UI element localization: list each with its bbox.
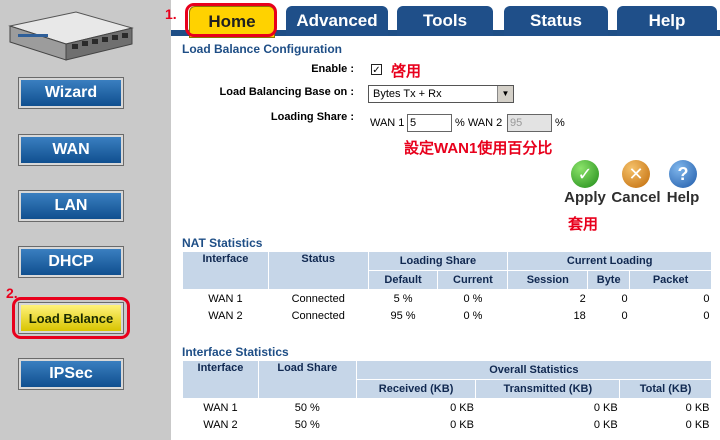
- top-tab-bar: 1. Home Advanced Tools Status Help: [165, 0, 720, 38]
- sidebar-item-ipsec[interactable]: IPSec: [19, 359, 123, 389]
- load-balance-config-title: Load Balance Configuration: [182, 42, 343, 56]
- cell: 2: [579, 292, 586, 305]
- help-question-icon: ?: [669, 160, 697, 188]
- base-on-label: Load Balancing Base on :: [219, 86, 354, 98]
- cancel-button[interactable]: ✕ Cancel: [611, 160, 661, 206]
- col-current-loading: Current Loading: [507, 251, 712, 271]
- enable-annotation: 啓用: [391, 63, 422, 80]
- interface-statistics-title: Interface Statistics: [182, 345, 289, 359]
- col-loading-share: Loading Share: [367, 251, 509, 271]
- sidebar: Wizard WAN LAN DHCP 2. Load Balance IPSe…: [0, 0, 171, 440]
- cell: 0 KB: [685, 401, 710, 414]
- cell: 0 KB: [593, 418, 618, 431]
- col-total: Total (KB): [619, 379, 712, 399]
- cell: 0 KB: [450, 401, 474, 414]
- tab-advanced[interactable]: Advanced: [286, 6, 388, 36]
- table-row: WAN 2 50 % 0 KB 0 KB 0 KB: [183, 416, 712, 433]
- cell: 0 KB: [685, 418, 710, 431]
- col-status: Status: [267, 251, 369, 290]
- cell: 95 %: [390, 309, 416, 322]
- percent-sign: %: [555, 117, 565, 129]
- col-load-share: Load Share: [257, 360, 357, 399]
- cell: 50 %: [294, 418, 320, 431]
- sidebar-item-load-balance[interactable]: Load Balance: [19, 303, 123, 333]
- cell: 0 %: [463, 309, 483, 322]
- loading-share-label: Loading Share :: [270, 111, 354, 123]
- nat-statistics-title: NAT Statistics: [182, 236, 263, 250]
- cell: 5 %: [393, 292, 413, 305]
- cell: Connected: [291, 309, 345, 322]
- sidebar-item-dhcp[interactable]: DHCP: [19, 247, 123, 277]
- tab-status[interactable]: Status: [504, 6, 608, 36]
- col-session: Session: [507, 270, 589, 290]
- tab-help[interactable]: Help: [617, 6, 717, 36]
- cell: WAN 2: [203, 418, 238, 431]
- share-annotation: 設定WAN1使用百分比: [404, 140, 553, 157]
- cell: 0: [621, 309, 628, 322]
- col-interface: Interface: [182, 360, 259, 399]
- col-received: Received (KB): [355, 379, 477, 399]
- cell: 0 KB: [450, 418, 474, 431]
- cell: 0: [703, 309, 710, 322]
- sidebar-item-wan[interactable]: WAN: [19, 135, 123, 165]
- cell: 0: [621, 292, 628, 305]
- interface-statistics-table: Interface Load Share Overall Statistics …: [182, 360, 713, 433]
- cell: WAN 2: [208, 309, 243, 322]
- check-icon: ✓: [571, 160, 599, 188]
- col-default: Default: [367, 270, 439, 290]
- sidebar-item-wizard[interactable]: Wizard: [19, 78, 123, 108]
- base-on-value: Bytes Tx + Rx: [373, 88, 442, 100]
- cancel-label: Cancel: [611, 189, 661, 206]
- col-transmitted: Transmitted (KB): [475, 379, 621, 399]
- cell: 50 %: [294, 401, 320, 414]
- col-packet: Packet: [629, 270, 712, 290]
- apply-annotation: 套用: [568, 216, 599, 233]
- enable-checkbox[interactable]: ✓: [371, 64, 382, 76]
- table-row: WAN 2 Connected 95 % 0 % 18 0 0: [183, 307, 712, 324]
- wan1-share-input[interactable]: 5: [407, 114, 452, 132]
- col-current: Current: [437, 270, 509, 290]
- cell: 0 %: [463, 292, 483, 305]
- cell: WAN 1: [203, 401, 238, 414]
- step-marker-2: 2.: [6, 285, 18, 301]
- cell: 18: [573, 309, 586, 322]
- cancel-x-icon: ✕: [622, 160, 650, 188]
- wan2-share-input: 95: [507, 114, 552, 132]
- nat-statistics-table: Interface Status Loading Share Current L…: [182, 251, 712, 324]
- sidebar-item-lan[interactable]: LAN: [19, 191, 123, 221]
- chevron-down-icon[interactable]: ▼: [497, 86, 513, 102]
- tab-tools[interactable]: Tools: [397, 6, 493, 36]
- help-label: Help: [666, 189, 700, 206]
- wan2-prefix: % WAN 2: [455, 117, 503, 129]
- tab-home[interactable]: Home: [189, 6, 275, 38]
- cell: 0: [703, 292, 710, 305]
- enable-label: Enable :: [311, 63, 354, 75]
- router-device-image: [8, 11, 134, 61]
- table-row: WAN 1 50 % 0 KB 0 KB 0 KB: [183, 399, 712, 417]
- col-interface: Interface: [182, 251, 269, 290]
- cell: Connected: [291, 292, 345, 305]
- cell: 0 KB: [593, 401, 618, 414]
- col-overall-statistics: Overall Statistics: [355, 360, 713, 380]
- cell: WAN 1: [208, 292, 243, 305]
- apply-label: Apply: [564, 189, 606, 206]
- step-marker-1: 1.: [165, 6, 177, 22]
- apply-button[interactable]: ✓ Apply: [563, 160, 607, 206]
- col-byte: Byte: [587, 270, 631, 290]
- main-content: Load Balance Configuration Enable : ✓ 啓用…: [171, 36, 720, 440]
- base-on-select[interactable]: Bytes Tx + Rx ▼: [368, 85, 514, 103]
- wan1-prefix: WAN 1: [370, 117, 405, 129]
- help-button[interactable]: ? Help: [663, 160, 703, 206]
- table-row: WAN 1 Connected 5 % 0 % 2 0 0: [183, 290, 712, 308]
